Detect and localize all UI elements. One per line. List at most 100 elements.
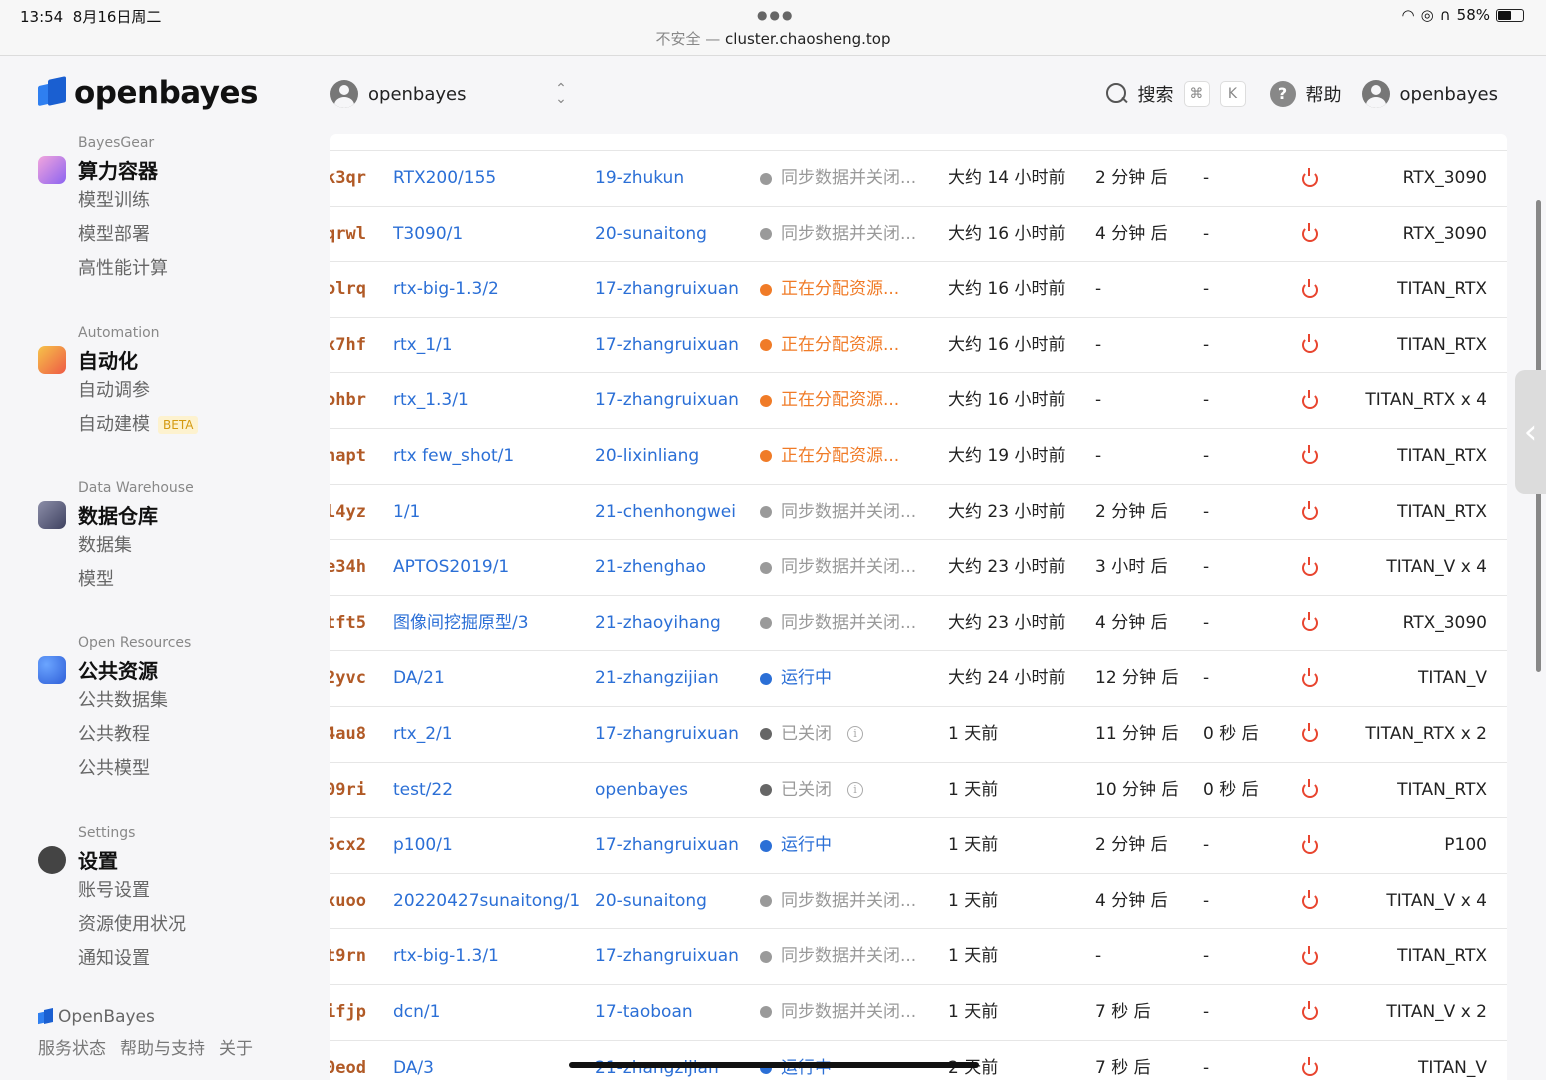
- job-name-link[interactable]: 1/1: [393, 485, 583, 540]
- user-link[interactable]: 20-lixinliang: [595, 429, 755, 484]
- help-icon[interactable]: ?: [1269, 81, 1296, 107]
- nav-auto-modeling[interactable]: 自动建模 BETA: [78, 408, 199, 442]
- user-link[interactable]: 21-zhangzijian: [595, 651, 755, 706]
- table-row[interactable]: 09ri test/22 openbayes 已关闭 i 1 天前 10 分钟 后 0 秒 后…: [330, 763, 1507, 819]
- table-row[interactable]: l4yz 1/1 21-chenhongwei 同步数据并关闭... 大约 23 小时前…: [330, 485, 1507, 541]
- info-icon[interactable]: i: [847, 726, 863, 743]
- table-row[interactable]: ohbr rtx_1.3/1 17-zhangruixuan 正在分配资源... 大约 …: [330, 373, 1507, 429]
- table-row[interactable]: k3qr RTX200/155 19-zhukun 同步数据并关闭... 大约 14 小…: [330, 151, 1507, 207]
- multitask-dots-icon[interactable]: ●●●: [757, 8, 794, 22]
- job-id[interactable]: 5cx2: [330, 818, 380, 873]
- table-row[interactable]: 5cx2 p100/1 17-zhangruixuan 运行中 1 天前 2 分钟 后 - P…: [330, 818, 1507, 874]
- address-bar[interactable]: 不安全 — cluster.chaosheng.top: [0, 28, 1546, 49]
- table-row[interactable]: olrq rtx-big-1.3/2 17-zhangruixuan 正在分配资源..…: [330, 262, 1507, 318]
- nav-public-datasets[interactable]: 公共数据集: [78, 684, 191, 718]
- user-link[interactable]: 21-zhenghao: [595, 540, 755, 595]
- nav-public-models[interactable]: 公共模型: [78, 752, 191, 786]
- user-link[interactable]: 17-zhangruixuan: [595, 373, 755, 428]
- user-link[interactable]: 19-zhukun: [595, 151, 755, 206]
- job-id[interactable]: tft5: [330, 596, 380, 651]
- user-link[interactable]: 20-sunaitong: [595, 207, 755, 262]
- org-switcher[interactable]: openbayes: [330, 80, 466, 108]
- job-id[interactable]: napt: [330, 429, 380, 484]
- job-id[interactable]: x7hf: [330, 318, 380, 373]
- table-row[interactable]: t9rn rtx-big-1.3/1 17-zhangruixuan 同步数据并关闭.…: [330, 929, 1507, 985]
- user-link[interactable]: 17-zhangruixuan: [595, 262, 755, 317]
- job-id[interactable]: xuoo: [330, 874, 380, 929]
- job-id[interactable]: 4au8: [330, 707, 380, 762]
- nav-auto-tuning[interactable]: 自动调参: [78, 374, 198, 408]
- job-name-link[interactable]: rtx few_shot/1: [393, 429, 583, 484]
- job-name-link[interactable]: APTOS2019/1: [393, 540, 583, 595]
- job-name-link[interactable]: DA/21: [393, 651, 583, 706]
- search-button[interactable]: 搜索: [1138, 81, 1174, 107]
- search-icon[interactable]: [1105, 83, 1128, 105]
- job-name-link[interactable]: 图像间挖掘原型/3: [393, 596, 583, 651]
- section-title[interactable]: 设置: [78, 845, 118, 874]
- job-name-link[interactable]: rtx-big-1.3/1: [393, 929, 583, 984]
- job-id[interactable]: ifjp: [330, 985, 380, 1040]
- side-panel-handle[interactable]: ‹: [1515, 370, 1546, 494]
- footer-link-about[interactable]: 关于: [219, 1034, 253, 1059]
- user-name[interactable]: openbayes: [1400, 84, 1498, 105]
- job-id[interactable]: k3qr: [330, 151, 380, 206]
- job-name-link[interactable]: rtx-big-1.3/2: [393, 262, 583, 317]
- user-avatar[interactable]: [1361, 80, 1390, 108]
- user-link[interactable]: 21-zhangzijian: [595, 1041, 755, 1080]
- brand-logo[interactable]: openbayes: [38, 75, 258, 111]
- section-title[interactable]: 数据仓库: [78, 500, 158, 529]
- job-name-link[interactable]: test/22: [393, 763, 583, 818]
- job-name-link[interactable]: 20220427sunaitong/1: [393, 874, 583, 929]
- user-link[interactable]: 17-zhangruixuan: [595, 707, 755, 762]
- home-indicator[interactable]: [569, 1062, 979, 1068]
- table-row[interactable]: 4au8 rtx_2/1 17-zhangruixuan 已关闭 i 1 天前 11 分钟 …: [330, 707, 1507, 763]
- job-id[interactable]: 09ri: [330, 763, 380, 818]
- table-row[interactable]: 0eod DA/3 21-zhangzijian 运行中 2 天前 7 秒 后 - TITAN…: [330, 1041, 1507, 1080]
- nav-account-settings[interactable]: 账号设置: [78, 874, 186, 908]
- job-id[interactable]: t9rn: [330, 929, 380, 984]
- nav-datasets[interactable]: 数据集: [78, 529, 194, 563]
- table-row[interactable]: napt rtx few_shot/1 20-lixinliang 正在分配资源...…: [330, 429, 1507, 485]
- job-id[interactable]: 0eod: [330, 1041, 380, 1080]
- footer-link-status[interactable]: 服务状态: [38, 1034, 106, 1059]
- section-title[interactable]: 算力容器: [78, 155, 158, 184]
- table-row[interactable]: 2yvc DA/21 21-zhangzijian 运行中 大约 24 小时前 12 分钟…: [330, 651, 1507, 707]
- nav-models[interactable]: 模型: [78, 563, 194, 597]
- user-link[interactable]: 20-sunaitong: [595, 874, 755, 929]
- table-row[interactable]: tft5 图像间挖掘原型/3 21-zhaoyihang 同步数据并关闭... 大约 2…: [330, 596, 1507, 652]
- user-link[interactable]: openbayes: [595, 763, 755, 818]
- job-id[interactable]: olrq: [330, 262, 380, 317]
- nav-resource-usage[interactable]: 资源使用状况: [78, 908, 186, 942]
- table-row[interactable]: xuoo 20220427sunaitong/1 20-sunaitong 同步数据并…: [330, 874, 1507, 930]
- job-name-link[interactable]: dcn/1: [393, 985, 583, 1040]
- nav-model-deploy[interactable]: 模型部署: [78, 218, 168, 252]
- nav-notification-settings[interactable]: 通知设置: [78, 942, 186, 976]
- nav-public-tutorials[interactable]: 公共教程: [78, 718, 191, 752]
- chevron-updown-icon[interactable]: ⌃ ⌄: [554, 82, 568, 106]
- section-title[interactable]: 公共资源: [78, 655, 158, 684]
- user-link[interactable]: 17-zhangruixuan: [595, 318, 755, 373]
- user-link[interactable]: 21-zhaoyihang: [595, 596, 755, 651]
- help-button[interactable]: 帮助: [1306, 81, 1342, 107]
- job-id[interactable]: l4yz: [330, 485, 380, 540]
- job-name-link[interactable]: rtx_1.3/1: [393, 373, 583, 428]
- nav-hpc[interactable]: 高性能计算: [78, 252, 168, 286]
- job-id[interactable]: qrwl: [330, 207, 380, 262]
- section-title[interactable]: 自动化: [78, 345, 138, 374]
- info-icon[interactable]: i: [847, 782, 863, 799]
- job-name-link[interactable]: RTX200/155: [393, 151, 583, 206]
- user-link[interactable]: 17-zhangruixuan: [595, 818, 755, 873]
- job-name-link[interactable]: rtx_2/1: [393, 707, 583, 762]
- table-row[interactable]: ifjp dcn/1 17-taoboan 同步数据并关闭... 1 天前 7 秒 后 - T…: [330, 985, 1507, 1041]
- table-row[interactable]: e34h APTOS2019/1 21-zhenghao 同步数据并关闭... 大约 2…: [330, 540, 1507, 596]
- table-row[interactable]: qrwl T3090/1 20-sunaitong 同步数据并关闭... 大约 16 小…: [330, 207, 1507, 263]
- user-link[interactable]: 21-chenhongwei: [595, 485, 755, 540]
- job-name-link[interactable]: DA/3: [393, 1041, 583, 1080]
- job-name-link[interactable]: rtx_1/1: [393, 318, 583, 373]
- table-row[interactable]: x7hf rtx_1/1 17-zhangruixuan 正在分配资源... 大约 16…: [330, 318, 1507, 374]
- job-id[interactable]: ohbr: [330, 373, 380, 428]
- job-id[interactable]: 2yvc: [330, 651, 380, 706]
- user-link[interactable]: 17-taoboan: [595, 985, 755, 1040]
- nav-model-training[interactable]: 模型训练: [78, 184, 168, 218]
- job-id[interactable]: e34h: [330, 540, 380, 595]
